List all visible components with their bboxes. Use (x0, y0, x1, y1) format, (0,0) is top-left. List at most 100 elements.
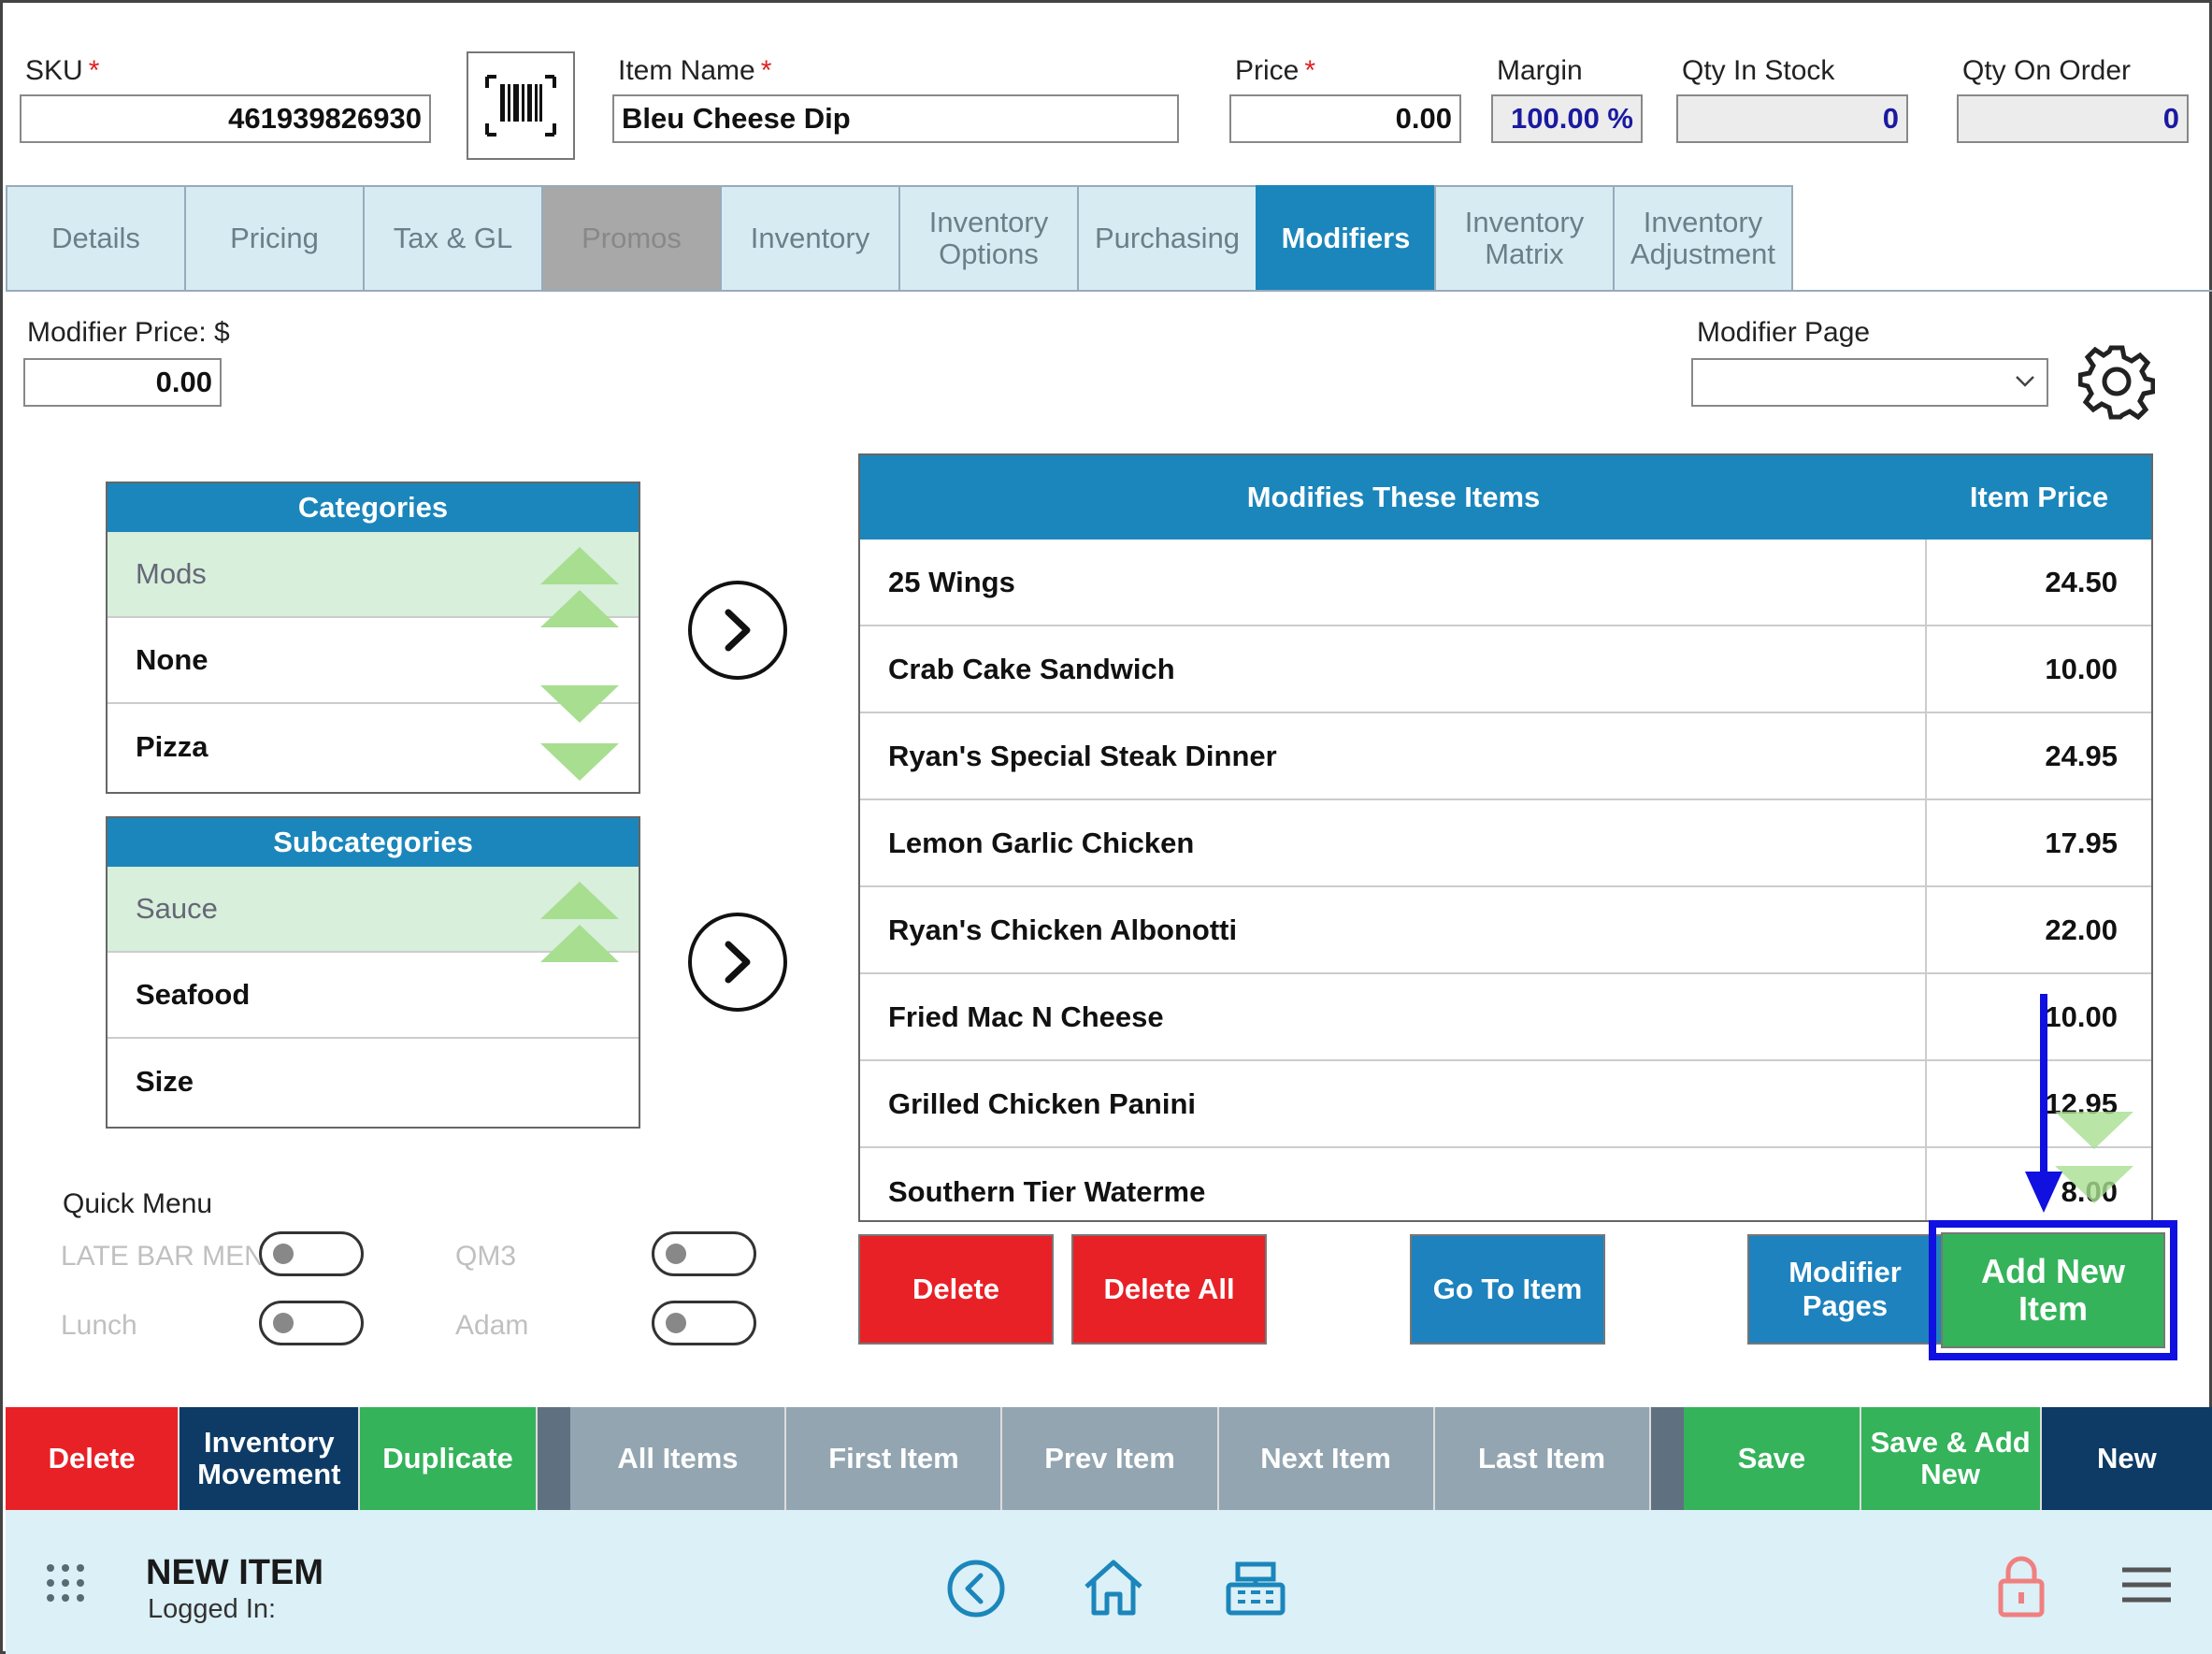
row-item-name: Ryan's Special Steak Dinner (860, 713, 1927, 798)
lock-icon[interactable] (1995, 1555, 2047, 1618)
table-row[interactable]: Grilled Chicken Panini 12.95 (860, 1061, 2151, 1148)
table-row[interactable]: Ryan's Chicken Albonotti 22.00 (860, 887, 2151, 974)
modifier-page-select[interactable] (1691, 358, 2048, 407)
prev-item-button[interactable]: Prev Item (1002, 1407, 1219, 1510)
scroll-top-icon[interactable] (540, 547, 619, 584)
tab-divider (6, 290, 2212, 292)
register-icon[interactable] (1223, 1557, 1288, 1618)
inventory-movement-button[interactable]: Inventory Movement (180, 1407, 361, 1510)
modifier-price-label: Modifier Price: $ (27, 317, 230, 348)
tab-inventory[interactable]: Inventory (720, 185, 900, 292)
tab-purchasing[interactable]: Purchasing (1077, 185, 1257, 292)
row-item-price: 22.00 (2045, 913, 2118, 946)
duplicate-button[interactable]: Duplicate (360, 1407, 538, 1510)
next-item-button[interactable]: Next Item (1218, 1407, 1435, 1510)
categories-header: Categories (108, 483, 639, 532)
row-item-price: 17.95 (2045, 826, 2118, 859)
delete-item-button[interactable]: Delete (6, 1407, 180, 1510)
item-name-label: Item Name * (618, 55, 772, 86)
subcategory-item-size[interactable]: Size (108, 1039, 639, 1125)
scroll-up-icon[interactable] (540, 590, 619, 627)
qty-in-stock-label: Qty In Stock (1682, 55, 1835, 86)
scroll-bottom-icon[interactable] (540, 743, 619, 781)
delete-all-button[interactable]: Delete All (1071, 1234, 1267, 1345)
table-row[interactable]: Ryan's Special Steak Dinner 24.95 (860, 713, 2151, 800)
price-field[interactable]: 0.00 (1229, 94, 1461, 143)
home-icon[interactable] (1081, 1557, 1146, 1618)
sku-label: SKU * (25, 55, 100, 86)
table-row[interactable]: Fried Mac N Cheese 10.00 (860, 974, 2151, 1061)
chevron-right-icon (725, 609, 751, 652)
subcategory-item-seafood[interactable]: Seafood (108, 953, 639, 1039)
quick-menu-title: Quick Menu (63, 1188, 213, 1219)
tab-inventory-options[interactable]: Inventory Options (898, 185, 1079, 292)
tab-pricing[interactable]: Pricing (184, 185, 365, 292)
last-item-button[interactable]: Last Item (1434, 1407, 1651, 1510)
tab-tax-gl[interactable]: Tax & GL (363, 185, 543, 292)
modifier-pages-button[interactable]: Modifier Pages (1747, 1234, 1943, 1345)
go-to-item-button[interactable]: Go To Item (1410, 1234, 1605, 1345)
qty-in-stock-field: 0 (1676, 94, 1908, 143)
row-item-name: Ryan's Chicken Albonotti (860, 887, 1927, 972)
sub-scroll-up-icon[interactable] (540, 925, 619, 962)
barcode-button[interactable] (467, 51, 575, 160)
save-add-new-button[interactable]: Save & Add New (1860, 1407, 2042, 1510)
footer-bar: NEW ITEM Logged In: (6, 1510, 2212, 1654)
quick-menu-toggle[interactable] (652, 1231, 756, 1276)
quick-menu-toggle[interactable] (259, 1231, 364, 1276)
add-new-item-button[interactable]: Add New Item (1941, 1232, 2165, 1348)
add-category-arrow-button[interactable] (688, 581, 787, 680)
table-header: Modifies These Items Item Price (860, 455, 2151, 539)
sub-scroll-top-icon[interactable] (540, 882, 619, 919)
tab-inventory-matrix[interactable]: Inventory Matrix (1434, 185, 1615, 292)
all-items-button[interactable]: All Items (570, 1407, 787, 1510)
table-scroll-down-icon[interactable] (2055, 1112, 2133, 1149)
sku-field[interactable]: 461939826930 (20, 94, 431, 143)
annotation-arrow-shaft (2040, 994, 2047, 1172)
menu-icon[interactable] (2120, 1564, 2173, 1605)
modifies-items-table: Modifies These Items Item Price 25 Wings… (858, 453, 2153, 1222)
table-row[interactable]: Lemon Garlic Chicken 17.95 (860, 800, 2151, 887)
table-row[interactable]: Crab Cake Sandwich 10.00 (860, 626, 2151, 713)
column-header-item: Modifies These Items (1246, 481, 1541, 513)
add-subcategory-arrow-button[interactable] (688, 913, 787, 1012)
quick-menu-toggle[interactable] (259, 1301, 364, 1345)
tab-details[interactable]: Details (6, 185, 186, 292)
row-item-price: 10.00 (2045, 652, 2118, 685)
new-button[interactable]: New (2041, 1407, 2212, 1510)
qty-on-order-label: Qty On Order (1962, 55, 2132, 86)
item-name-field[interactable]: Bleu Cheese Dip (612, 94, 1179, 143)
chevron-down-icon (2016, 376, 2034, 387)
subcategories-list: Subcategories Sauce Seafood Size (106, 816, 640, 1129)
page-title: NEW ITEM (146, 1553, 323, 1592)
quick-menu-toggle[interactable] (652, 1301, 756, 1345)
back-icon[interactable] (946, 1559, 1006, 1618)
toggle-knob (273, 1244, 294, 1264)
save-button[interactable]: Save (1684, 1407, 1861, 1510)
first-item-button[interactable]: First Item (786, 1407, 1003, 1510)
tab-modifiers[interactable]: Modifiers (1256, 185, 1436, 292)
table-scroll-bottom-icon[interactable] (2055, 1166, 2133, 1203)
gear-icon[interactable] (2078, 345, 2155, 422)
table-row[interactable]: Southern Tier Waterme 8.00 (860, 1148, 2151, 1220)
separator (537, 1407, 571, 1510)
barcode-icon (485, 75, 556, 137)
quick-menu-label: Adam (455, 1310, 529, 1341)
modifier-price-field[interactable]: 0.00 (23, 358, 222, 407)
table-row[interactable]: 25 Wings 24.50 (860, 539, 2151, 626)
row-item-name: Southern Tier Waterme (860, 1148, 1927, 1220)
toggle-knob (273, 1313, 294, 1333)
tab-inventory-adjustment[interactable]: Inventory Adjustment (1613, 185, 1793, 292)
row-item-price: 10.00 (2045, 1000, 2118, 1033)
logged-in-label: Logged In: (148, 1594, 277, 1624)
scroll-down-icon[interactable] (540, 685, 619, 723)
quick-menu-label: QM3 (455, 1241, 517, 1272)
quick-menu-label: LATE BAR MENU (61, 1241, 285, 1272)
item-editor-window: SKU * 461939826930 Item Name * Bleu Cheese… (0, 0, 2212, 1654)
delete-modifier-button[interactable]: Delete (858, 1234, 1054, 1345)
row-item-name: Fried Mac N Cheese (860, 974, 1927, 1059)
margin-field: 100.00 % (1491, 94, 1643, 143)
apps-grid-icon[interactable] (45, 1562, 86, 1604)
action-bar: Delete Inventory Movement Duplicate All … (6, 1407, 2212, 1510)
column-header-price: Item Price (1969, 481, 2109, 513)
